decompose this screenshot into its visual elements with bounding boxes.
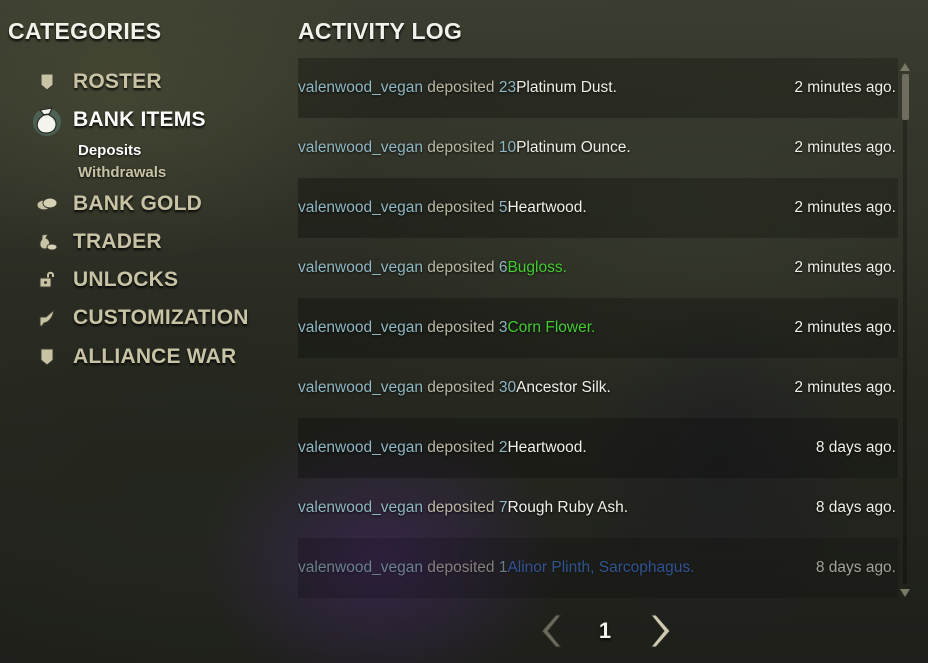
scroll-track[interactable] [903,74,907,584]
log-message: valenwood_vegan deposited 23Platinum Dus… [298,79,617,96]
log-user[interactable]: valenwood_vegan [298,379,423,396]
activity-log-list: valenwood_vegan deposited 23Platinum Dus… [298,58,898,598]
subcategory-deposits[interactable]: Deposits [78,142,141,159]
log-message: valenwood_vegan deposited 7Rough Ruby As… [298,499,629,516]
log-row: valenwood_vegan deposited 3Corn Flower. … [298,298,898,358]
log-user[interactable]: valenwood_vegan [298,139,423,156]
page-number: 1 [598,618,612,643]
log-row: valenwood_vegan deposited 5Heartwood. 2 … [298,178,898,238]
log-verb: deposited [427,439,495,456]
category-label: ALLIANCE WAR [73,345,237,368]
log-verb: deposited [427,499,495,516]
log-message: valenwood_vegan deposited 10Platinum Oun… [298,139,631,156]
log-verb: deposited [427,379,495,396]
log-verb: deposited [427,199,495,216]
log-row: valenwood_vegan deposited 2Heartwood. 8 … [298,418,898,478]
log-user[interactable]: valenwood_vegan [298,79,423,96]
scroll-thumb[interactable] [902,74,909,120]
log-quantity: 10 [498,139,517,156]
log-time: 2 minutes ago. [794,199,896,216]
log-item[interactable]: Ancestor Silk [516,379,606,396]
log-user[interactable]: valenwood_vegan [298,259,423,276]
categories-title: CATEGORIES [8,18,162,44]
log-time: 2 minutes ago. [794,79,896,96]
log-time: 2 minutes ago. [794,379,896,396]
next-page-button[interactable] [648,612,678,650]
log-time: 8 days ago. [815,559,896,576]
log-verb: deposited [427,559,495,576]
log-item[interactable]: Platinum Ounce [516,139,626,156]
log-quantity: 23 [498,79,517,96]
log-quantity: 30 [498,379,517,396]
log-item[interactable]: Heartwood [507,199,582,216]
log-row: valenwood_vegan deposited 30Ancestor Sil… [298,358,898,418]
category-label: CUSTOMIZATION [73,306,249,329]
chevron-left-icon [541,614,563,648]
padlock-icon [34,267,60,293]
log-user[interactable]: valenwood_vegan [298,199,423,216]
activity-log-title: ACTIVITY LOG [298,18,463,44]
log-time: 2 minutes ago. [794,259,896,276]
log-item[interactable]: Bugloss [507,259,562,276]
log-message: valenwood_vegan deposited 2Heartwood. [298,439,587,456]
log-message: valenwood_vegan deposited 5Heartwood. [298,199,587,216]
log-scrollbar[interactable] [898,60,912,598]
category-label: BANK GOLD [73,192,202,215]
category-label: ROSTER [73,70,162,93]
log-user[interactable]: valenwood_vegan [298,319,423,336]
log-message: valenwood_vegan deposited 3Corn Flower. [298,319,596,336]
log-row: valenwood_vegan deposited 10Platinum Oun… [298,118,898,178]
log-item[interactable]: Corn Flower [507,319,591,336]
log-time: 2 minutes ago. [794,319,896,336]
previous-page-button[interactable] [534,612,564,650]
log-user[interactable]: valenwood_vegan [298,559,423,576]
chevron-right-icon [649,614,671,648]
category-label: UNLOCKS [73,268,179,291]
scroll-up-arrow-icon[interactable] [898,60,912,72]
log-item[interactable]: Platinum Dust [516,79,612,96]
log-user[interactable]: valenwood_vegan [298,439,423,456]
shield-banner-icon [34,69,60,95]
log-verb: deposited [427,139,495,156]
quill-icon [34,305,60,331]
log-verb: deposited [427,259,495,276]
log-message: valenwood_vegan deposited 6Bugloss. [298,259,567,276]
log-message: valenwood_vegan deposited 30Ancestor Sil… [298,379,611,396]
log-verb: deposited [427,79,495,96]
log-message: valenwood_vegan deposited 1Alinor Plinth… [298,559,695,576]
log-row: valenwood_vegan deposited 1Alinor Plinth… [298,538,898,598]
log-item[interactable]: Alinor Plinth, Sarcophagus [507,559,690,576]
category-label: BANK ITEMS [73,108,206,131]
bag-icon [30,103,64,137]
gold-coins-icon [34,191,60,217]
log-verb: deposited [427,319,495,336]
log-user[interactable]: valenwood_vegan [298,499,423,516]
log-time: 8 days ago. [815,439,896,456]
scroll-down-arrow-icon[interactable] [898,586,912,598]
log-time: 8 days ago. [815,499,896,516]
subcategory-withdrawals[interactable]: Withdrawals [78,164,166,181]
log-row: valenwood_vegan deposited 6Bugloss. 2 mi… [298,238,898,298]
log-row: valenwood_vegan deposited 7Rough Ruby As… [298,478,898,538]
log-row: valenwood_vegan deposited 23Platinum Dus… [298,58,898,118]
money-bag-icon [34,229,60,255]
log-item[interactable]: Rough Ruby Ash [507,499,623,516]
log-time: 2 minutes ago. [794,139,896,156]
category-label: TRADER [73,230,162,253]
shield-banner-icon [34,344,60,370]
log-item[interactable]: Heartwood [507,439,582,456]
